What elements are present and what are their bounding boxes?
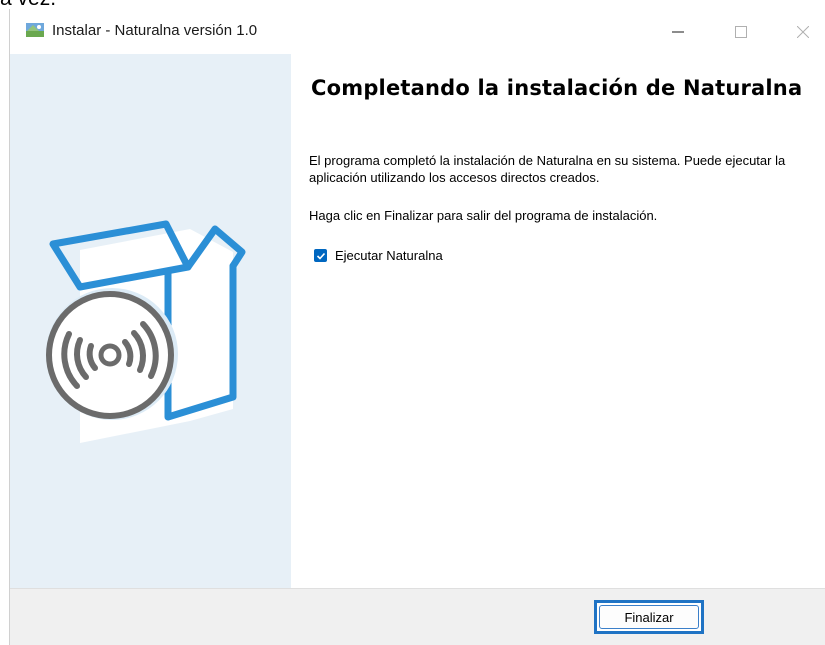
finish-instruction: Haga clic en Finalizar para salir del pr… [309, 208, 658, 223]
installer-app-icon [25, 20, 45, 40]
finish-button[interactable]: Finalizar [599, 605, 699, 629]
title-bar: Instalar - Naturalna versión 1.0 [10, 9, 825, 54]
minimize-button[interactable] [655, 9, 701, 54]
close-button[interactable] [780, 9, 825, 54]
completion-message: El programa completó la instalación de N… [309, 153, 786, 185]
software-box-illustration [46, 220, 246, 443]
sidebar-illustration-panel [10, 54, 291, 588]
checkmark-icon [316, 252, 325, 260]
minimize-icon [672, 31, 684, 32]
run-app-checkbox-label[interactable]: Ejecutar Naturalna [335, 248, 443, 263]
close-icon [797, 25, 809, 38]
installer-window: Instalar - Naturalna versión 1.0 Complet… [9, 9, 825, 645]
content-panel: Completando la instalación de Naturalna … [291, 54, 825, 588]
footer-bar: Finalizar [10, 588, 825, 645]
page-title: Completando la instalación de Naturalna [311, 76, 803, 100]
run-app-checkbox[interactable] [314, 249, 327, 262]
window-title: Instalar - Naturalna versión 1.0 [52, 22, 258, 39]
maximize-icon [735, 25, 747, 38]
finish-button-focus-ring: Finalizar [594, 600, 704, 634]
maximize-button[interactable] [718, 9, 764, 54]
background-text-fragment: a vez. [0, 0, 120, 10]
run-app-checkbox-row[interactable]: Ejecutar Naturalna [314, 248, 443, 263]
